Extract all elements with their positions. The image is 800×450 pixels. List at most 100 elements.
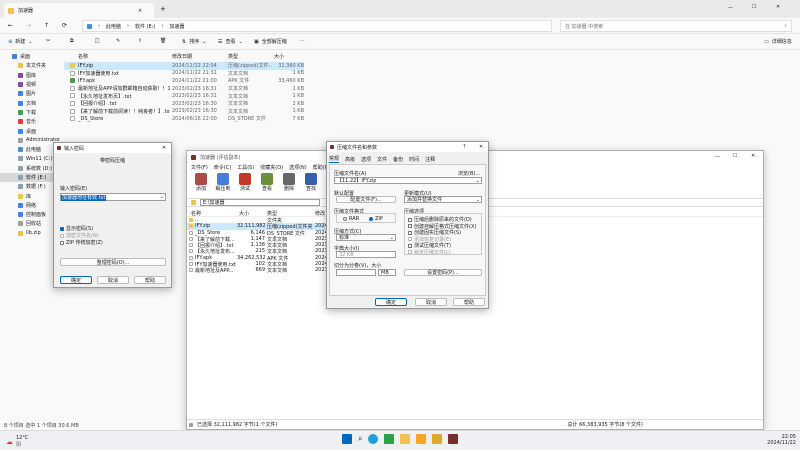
archive-app-icon[interactable] [432,434,443,444]
archiver-menu-item[interactable]: 工具(S) [237,164,254,171]
sidebar-item[interactable]: 图库 [0,71,62,80]
sidebar-item[interactable]: 下载 [0,108,62,117]
archive-dialog-tab[interactable]: 注释 [425,156,435,163]
file-row[interactable]: 【永久地址发布页】.txt 2023/02/23 16:31 文本文档 1 KB [64,92,304,100]
sort-button[interactable]: ⇅ 排序 ⌄ [182,38,206,46]
maximize-button[interactable]: ☐ [733,153,737,159]
method-select[interactable]: 标准 ⌄ [336,234,396,241]
archiver-menu-item[interactable]: 收藏夹(O) [260,164,283,171]
sidebar-item[interactable]: 桌面 [0,52,62,61]
details-pane-button[interactable]: ▭ 详细信息 [764,38,792,46]
set-password-button[interactable]: 设置密码(P)... [404,269,482,276]
forward-arrow-icon[interactable]: → [26,22,31,29]
up-folder-icon[interactable] [191,200,196,205]
back-arrow-icon[interactable]: ← [8,22,13,29]
maximize-button[interactable]: ☐ [752,4,756,10]
up-arrow-icon[interactable]: ↑ [44,22,49,29]
winrar-icon[interactable] [448,434,459,444]
close-button[interactable]: ✕ [162,145,166,151]
browser-icon[interactable] [384,434,395,444]
encrypt-names-checkbox[interactable]: 加密文件名(N) [60,232,99,239]
help-button[interactable]: 帮助 [134,276,166,284]
search-icon[interactable]: ⌕ [358,434,362,444]
archiver-path[interactable]: E:\加速器 [200,199,320,206]
archiver-menu-item[interactable]: 选项(N) [289,164,307,171]
address-bar[interactable]: › 此电脑 › 软件 (E:) › 加速器 [82,20,552,32]
archive-dialog-tab[interactable]: 高级 [345,156,355,163]
file-row[interactable]: _DS_Store 2024/06/16 22:00 DS_STORE 文件 7 KB [64,115,304,123]
close-button[interactable]: ✕ [751,153,755,159]
archiver-menu-item[interactable]: 命令(C) [214,164,231,171]
file-row[interactable]: IFY.zip 2024/11/22 22:04 压缩(zipped)文件... 31… [64,62,304,70]
copy-icon[interactable]: ⧉ [70,38,74,44]
archive-dialog-tab[interactable]: 备份 [393,156,403,163]
archive-name-field[interactable]: 【11.22】IFY.zip ⌄ [334,177,482,184]
delete-icon[interactable]: 🗑 [160,38,166,44]
zip-legacy-checkbox[interactable]: ZIP 传统加密(Z) [60,239,103,246]
app-icon[interactable] [416,434,427,444]
file-row[interactable]: 【来了解前下载前阅读！！纯良者！】.txt 2023/02/23 16:30 文本文… [64,108,304,116]
sidebar-item[interactable]: 音乐 [0,117,62,126]
file-row[interactable]: IFY.apk 2024/11/22 21:00 APK 文件 33,460 KB [64,77,304,85]
more-button[interactable]: ··· [300,38,305,44]
bz-col-size[interactable]: 大小 [239,210,249,217]
bz-col-name[interactable]: 名称 [191,210,201,217]
archiver-menu-item[interactable]: 文件(F) [191,164,208,171]
help-icon[interactable]: ? [463,144,466,150]
weather-widget[interactable]: ☁ 12°C 阴 [6,435,28,448]
edge-icon[interactable] [368,434,379,444]
archiver-tool-button[interactable]: 添加 [191,173,211,192]
breadcrumb-folder[interactable]: 加速器 [169,23,184,30]
format-zip-radio[interactable]: ZIP [369,216,383,222]
close-button[interactable]: ✕ [479,144,483,150]
archive-dialog-tab[interactable]: 选项 [361,156,371,163]
option-checkbox[interactable]: 锁定压缩文件(L) [408,249,451,256]
refresh-icon[interactable]: ⟳ [62,22,67,29]
archiver-row[interactable]: 最新地址及APP... 669 文本文档 2023 [187,267,328,274]
bz-col-mod[interactable]: 修改 [315,210,325,217]
file-row[interactable]: 最新地址及APP请加群邮箱自动获取！！1 ... 2023/02/23 16:31… [64,85,304,93]
split-unit-select[interactable]: MB [378,269,396,276]
archiver-tool-button[interactable]: 删除 [279,173,299,192]
update-mode-select[interactable]: 添加并替换文件 ⌄ [404,196,482,203]
cancel-button[interactable]: 取消 [415,298,447,306]
new-button[interactable]: ⊕ 新建 ⌄ [8,38,32,46]
ok-button[interactable]: 确定 [375,298,407,306]
sidebar-item[interactable]: 桌面 [0,126,62,135]
minimize-button[interactable]: — [728,5,733,11]
password-field[interactable]: 加速器地址有效.txt ⌄ [60,193,166,201]
profiles-button[interactable]: 配置文件(F)... [336,196,396,203]
chevron-down-icon[interactable]: ⌄ [476,178,480,184]
sidebar-item[interactable]: 图片 [0,89,62,98]
paste-icon[interactable]: 📋 [94,38,100,44]
cancel-button[interactable]: 取消 [97,276,129,284]
chevron-down-icon[interactable]: ⌄ [160,194,164,200]
split-input[interactable] [336,269,376,276]
archive-dialog-tab[interactable]: 时间 [409,156,419,163]
extract-all-button[interactable]: ▣ 全部解压缩 [254,38,287,46]
help-button[interactable]: 帮助 [453,298,485,306]
file-row[interactable]: 【回报介绍】.txt 2023/02/23 16:30 文本文档 2 KB [64,100,304,108]
bz-col-type[interactable]: 类型 [267,210,277,217]
sidebar-item[interactable]: 本文件夹 [0,61,62,70]
archiver-tool-button[interactable]: 查看 [257,173,277,192]
view-button[interactable]: ☰ 查看 ⌄ [218,38,243,46]
archiver-tool-button[interactable]: 查找 [301,173,321,192]
start-icon[interactable] [342,434,352,444]
cut-icon[interactable]: ✂ [46,38,50,44]
archive-dialog-tab[interactable]: 常规 [329,155,340,163]
close-button[interactable]: ✕ [776,4,780,10]
organize-passwords-button[interactable]: 整理密码(O)... [60,258,166,266]
breadcrumb-drive[interactable]: 软件 (E:) [135,23,155,30]
archive-dialog-tab[interactable]: 文件 [377,156,387,163]
breadcrumb-pc[interactable]: 此电脑 [106,23,121,30]
sidebar-item[interactable]: 视频 [0,80,62,89]
archiver-tool-button[interactable]: 测试 [235,173,255,192]
col-size[interactable]: 大小 [274,53,284,60]
browse-button[interactable]: 浏览(B)... [458,170,480,177]
search-box[interactable]: 在 加速器 中搜索 ⌕ [560,20,792,32]
col-date[interactable]: 修改日期 [172,53,192,60]
rename-icon[interactable]: ✎ [116,38,120,44]
tab-close-button[interactable]: × [138,8,142,14]
col-name[interactable]: 名称 [78,53,88,60]
